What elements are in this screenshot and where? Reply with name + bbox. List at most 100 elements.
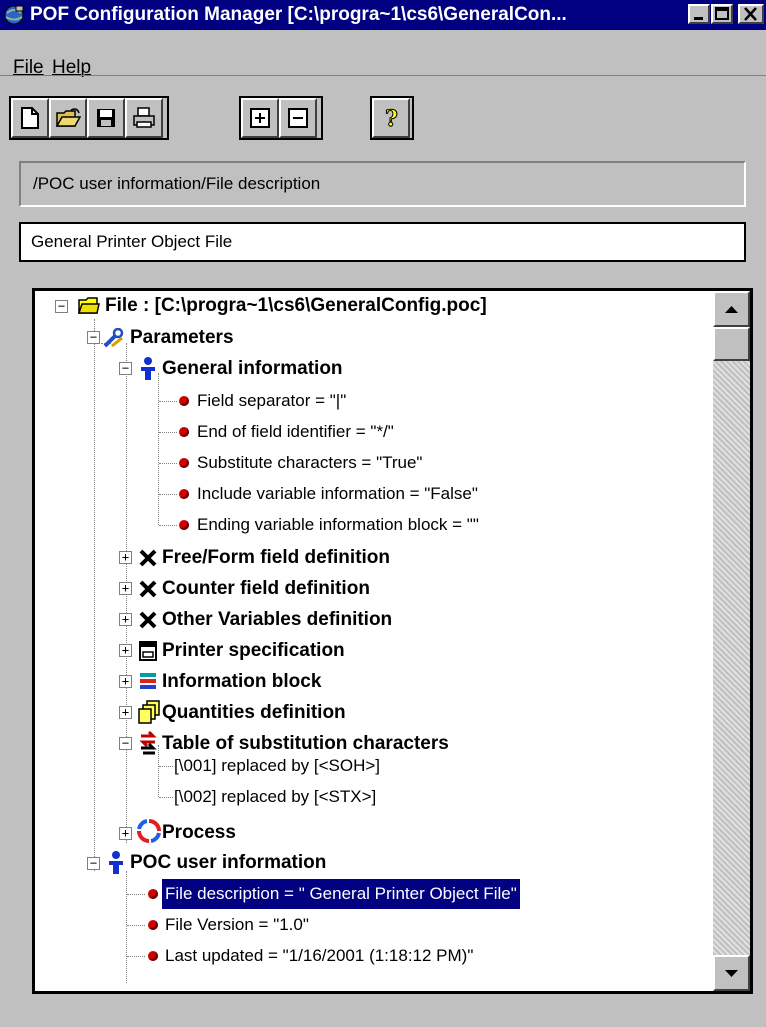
info-block-icon bbox=[140, 673, 156, 689]
arrow-down-icon bbox=[725, 970, 738, 977]
scroll-thumb[interactable] bbox=[713, 327, 750, 361]
tree-connector bbox=[159, 797, 173, 798]
tree-item-file-version[interactable]: File Version = "1.0" bbox=[165, 910, 309, 940]
window-title: POF Configuration Manager [C:\progra~1\c… bbox=[30, 4, 567, 25]
print-button[interactable] bbox=[125, 98, 163, 138]
expand-other-vars-toggle[interactable]: + bbox=[119, 613, 132, 626]
bullet-icon bbox=[179, 520, 189, 530]
tree-connector bbox=[127, 894, 145, 895]
substitution-swap-icon bbox=[139, 731, 157, 755]
person-info-icon bbox=[109, 851, 123, 874]
expand-counter-toggle[interactable]: + bbox=[119, 582, 132, 595]
menu-bar: File Help bbox=[0, 30, 766, 78]
open-button[interactable] bbox=[49, 98, 87, 138]
collapse-root-toggle[interactable]: − bbox=[55, 300, 68, 313]
collapse-general-info-toggle[interactable]: − bbox=[119, 362, 132, 375]
tree-item-file-description[interactable]: File description = " General Printer Obj… bbox=[162, 879, 520, 909]
bullet-icon bbox=[179, 458, 189, 468]
minimize-button[interactable] bbox=[688, 4, 710, 24]
collapse-button[interactable] bbox=[279, 98, 317, 138]
tree-connector bbox=[127, 925, 145, 926]
bullet-icon bbox=[148, 889, 158, 899]
folder-icon bbox=[78, 297, 100, 314]
scroll-down-button[interactable] bbox=[713, 955, 750, 991]
description-input[interactable]: General Printer Object File bbox=[19, 222, 746, 262]
tree-connector bbox=[158, 373, 159, 525]
tree-item-substitute-chars[interactable]: Substitute characters = "True" bbox=[197, 448, 422, 478]
tree-item-end-of-field[interactable]: End of field identifier = "*/" bbox=[197, 417, 394, 447]
file-tool-group bbox=[9, 96, 169, 140]
expand-plus-icon bbox=[250, 108, 270, 128]
expand-quantities-toggle[interactable]: + bbox=[119, 706, 132, 719]
tree-parameters-label[interactable]: Parameters bbox=[130, 323, 234, 353]
tree-process-label[interactable]: Process bbox=[162, 818, 236, 848]
maximize-button[interactable] bbox=[711, 4, 733, 24]
tree-item-last-updated[interactable]: Last updated = "1/16/2001 (1:18:12 PM)" bbox=[165, 941, 473, 971]
new-file-icon bbox=[21, 107, 39, 129]
tree-content: − File : [C:\progra~1\cs6\GeneralConfig.… bbox=[35, 291, 713, 991]
person-info-icon bbox=[141, 357, 155, 380]
printer-spec-icon bbox=[139, 641, 157, 661]
tree-other-vars-label[interactable]: Other Variables definition bbox=[162, 605, 392, 635]
arrow-up-icon bbox=[725, 306, 738, 313]
tree-item-include-variable[interactable]: Include variable information = "False" bbox=[197, 479, 478, 509]
save-disk-icon bbox=[97, 109, 115, 127]
tree-view[interactable]: − File : [C:\progra~1\cs6\GeneralConfig.… bbox=[32, 288, 753, 994]
tree-printer-spec-label[interactable]: Printer specification bbox=[162, 636, 345, 666]
cross-field-icon bbox=[139, 611, 157, 629]
tree-root-label[interactable]: File : [C:\progra~1\cs6\GeneralConfig.po… bbox=[105, 291, 487, 321]
quantities-copies-icon bbox=[138, 700, 160, 724]
path-display: /POC user information/File description bbox=[19, 161, 746, 207]
tree-item-sub-002[interactable]: [\002] replaced by [<STX>] bbox=[174, 782, 376, 812]
tree-counter-label[interactable]: Counter field definition bbox=[162, 574, 370, 604]
collapse-substitution-toggle[interactable]: − bbox=[119, 737, 132, 750]
new-button[interactable] bbox=[11, 98, 49, 138]
vertical-scrollbar[interactable] bbox=[713, 291, 750, 991]
print-icon bbox=[133, 107, 155, 128]
tree-connector bbox=[158, 745, 159, 797]
tree-quantities-label[interactable]: Quantities definition bbox=[162, 698, 346, 728]
expand-process-toggle[interactable]: + bbox=[119, 827, 132, 840]
title-bar[interactable]: POF Configuration Manager [C:\progra~1\c… bbox=[0, 0, 766, 30]
tree-info-block-label[interactable]: Information block bbox=[162, 667, 321, 697]
tree-tool-group bbox=[239, 96, 323, 140]
tree-general-info-label[interactable]: General information bbox=[162, 354, 343, 384]
scroll-up-button[interactable] bbox=[713, 291, 750, 327]
cross-field-icon bbox=[139, 549, 157, 567]
expand-button[interactable] bbox=[241, 98, 279, 138]
tree-connector bbox=[159, 463, 177, 464]
minimize-icon bbox=[694, 17, 703, 20]
save-button[interactable] bbox=[87, 98, 125, 138]
app-globe-icon[interactable] bbox=[3, 4, 25, 26]
tree-item-sub-001[interactable]: [\001] replaced by [<SOH>] bbox=[174, 751, 380, 781]
tree-item-ending-variable[interactable]: Ending variable information block = "" bbox=[197, 510, 479, 540]
tree-connector bbox=[126, 871, 127, 983]
close-button[interactable] bbox=[738, 4, 764, 24]
bullet-icon bbox=[148, 951, 158, 961]
expand-printer-spec-toggle[interactable]: + bbox=[119, 644, 132, 657]
bullet-icon bbox=[179, 396, 189, 406]
tree-connector bbox=[159, 494, 177, 495]
tree-connector bbox=[159, 401, 177, 402]
process-cycle-icon bbox=[137, 819, 161, 843]
tree-connector bbox=[159, 432, 177, 433]
help-button[interactable]: ? bbox=[372, 98, 410, 138]
tree-connector bbox=[127, 956, 145, 957]
collapse-poc-user-toggle[interactable]: − bbox=[87, 857, 100, 870]
cross-field-icon bbox=[139, 580, 157, 598]
tree-poc-user-label[interactable]: POC user information bbox=[130, 848, 326, 878]
close-icon bbox=[744, 7, 757, 21]
help-tool-group: ? bbox=[370, 96, 414, 140]
tree-item-field-separator[interactable]: Field separator = "|" bbox=[197, 386, 346, 416]
collapse-parameters-toggle[interactable]: − bbox=[87, 331, 100, 344]
open-folder-icon bbox=[55, 108, 81, 127]
help-question-icon: ? bbox=[385, 106, 399, 132]
tree-connector bbox=[94, 319, 95, 871]
tree-connector bbox=[159, 766, 173, 767]
maximize-icon bbox=[715, 7, 729, 20]
bullet-icon bbox=[148, 920, 158, 930]
collapse-minus-icon bbox=[288, 108, 308, 128]
expand-info-block-toggle[interactable]: + bbox=[119, 675, 132, 688]
tree-free-form-label[interactable]: Free/Form field definition bbox=[162, 543, 390, 573]
expand-free-form-toggle[interactable]: + bbox=[119, 551, 132, 564]
